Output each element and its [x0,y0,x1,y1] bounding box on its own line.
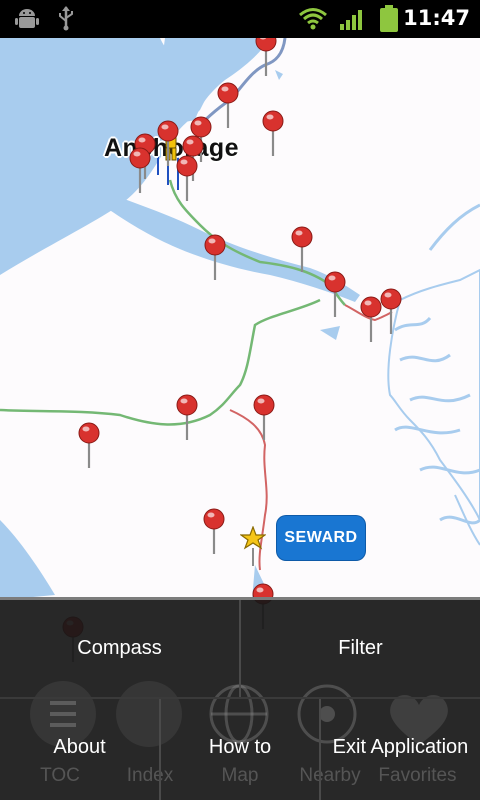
clock: 11:47 [403,6,470,30]
menu-divider [0,697,480,699]
menu-item-filter-label: Filter [338,637,383,659]
menu-item-about-label: About [53,736,106,758]
map-pin-icon[interactable] [128,147,152,193]
usb-icon [59,6,73,31]
lake-small-east [320,326,340,340]
android-debug-icon [15,9,39,28]
wifi-icon [299,8,327,30]
menu-item-compass-label: Compass [77,637,162,659]
map-pin-icon[interactable] [202,508,226,554]
favorite-star-icon[interactable] [240,526,266,566]
seward-callout[interactable]: SEWARD [277,516,365,560]
menu-item-about[interactable]: About [0,699,159,800]
menu-divider [319,699,321,800]
menu-item-filter[interactable]: Filter [241,600,480,697]
menu-item-how-to[interactable]: How to [161,699,319,800]
map-pin-icon[interactable] [290,226,314,272]
map-view[interactable]: Anchorage SEWARD [0,38,480,800]
signal-icon [340,10,362,30]
menu-divider [159,699,161,800]
options-menu: TOC Index Map Nearby Favorites Compass F… [0,597,480,800]
menu-item-exit-application[interactable]: Exit Application [321,699,480,800]
battery-icon [380,5,398,32]
resurrection-bay-water [0,520,55,600]
map-pin-icon[interactable] [175,394,199,440]
menu-divider [239,600,241,697]
map-pin-icon[interactable] [261,110,285,156]
menu-item-exit-application-label: Exit Application [332,736,469,758]
menu-item-compass[interactable]: Compass [0,600,239,697]
menu-item-how-to-label: How to [208,736,272,758]
map-pin-icon[interactable] [252,394,276,440]
map-pin-icon[interactable] [379,288,403,334]
map-pin-icon[interactable] [203,234,227,280]
map-pin-icon[interactable] [175,155,199,201]
map-pin-icon[interactable] [254,38,278,76]
map-pin-icon[interactable] [323,271,347,317]
map-pin-icon[interactable] [77,422,101,468]
status-bar: 11:47 [0,0,480,38]
map-pin-icon[interactable] [216,82,240,128]
